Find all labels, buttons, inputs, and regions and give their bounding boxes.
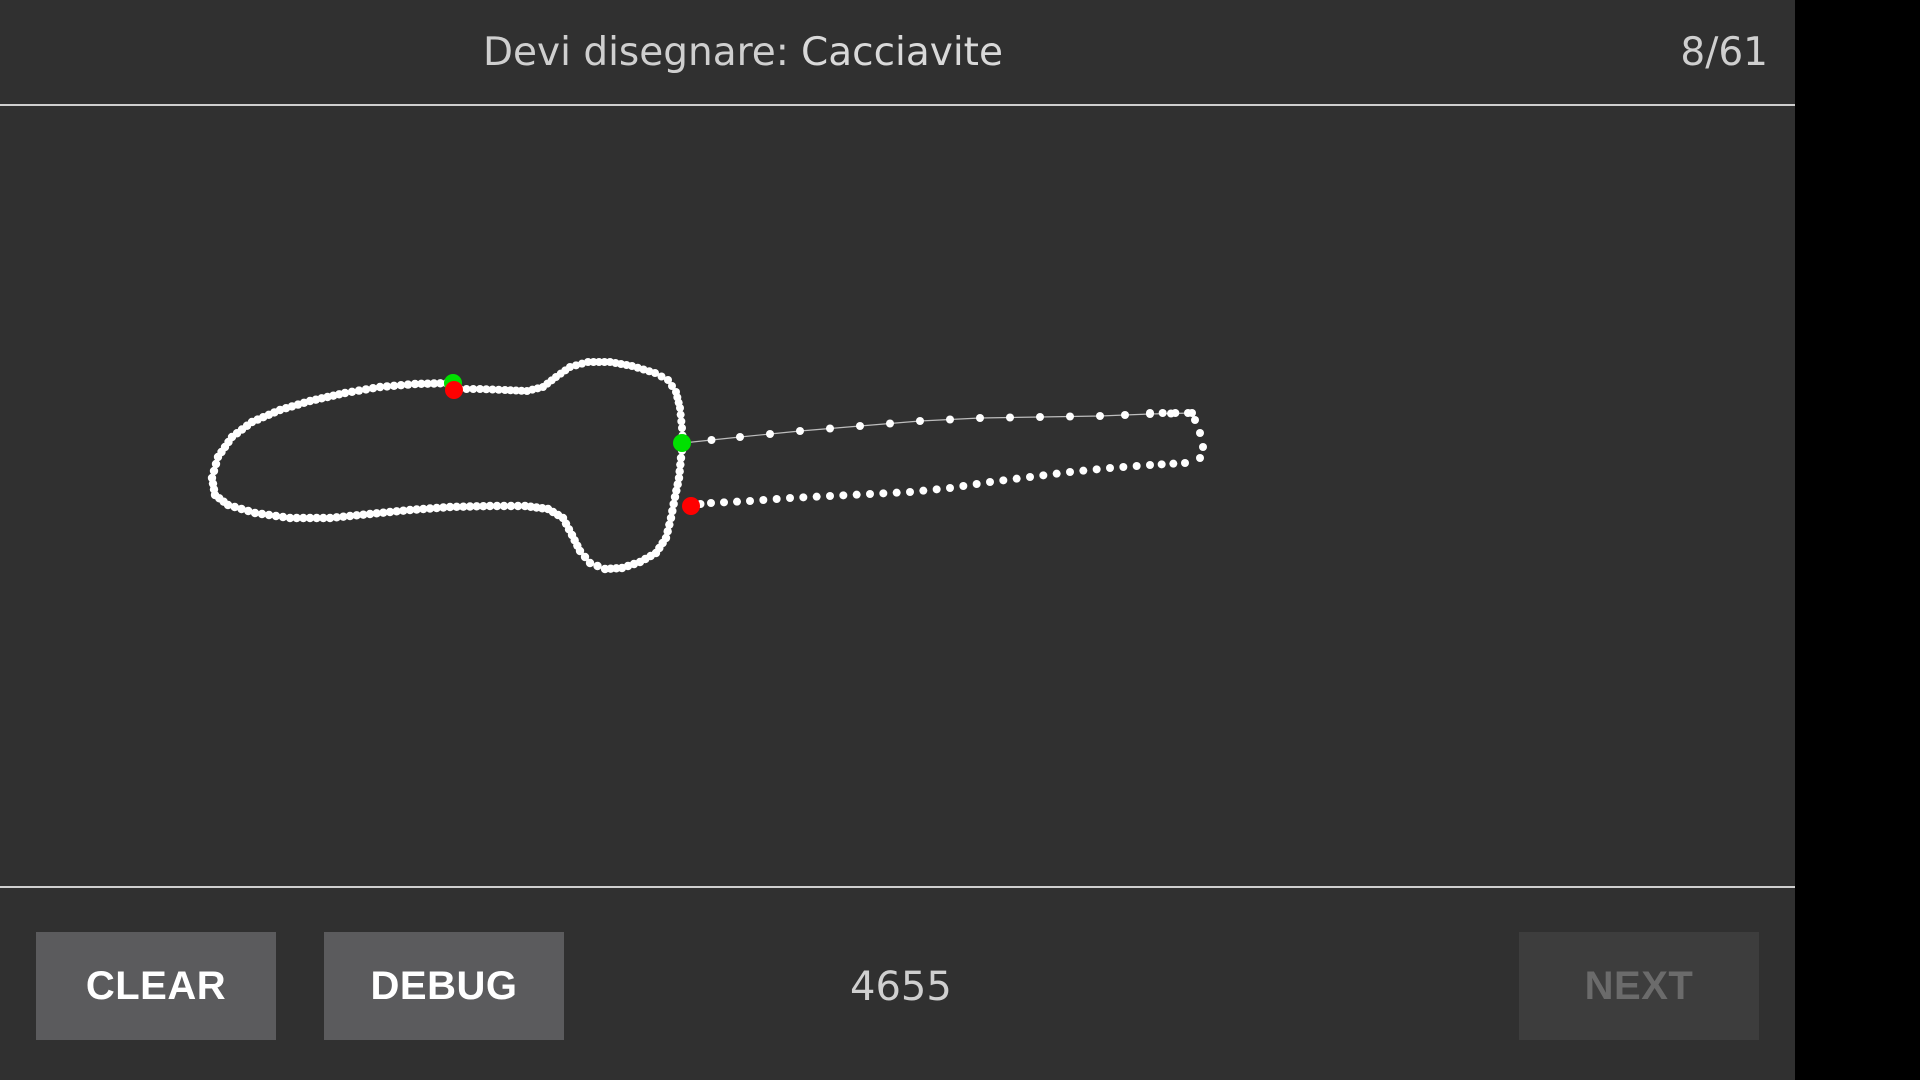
header-bar: Devi disegnare: Cacciavite 8/61 — [0, 0, 1795, 106]
stroke-point — [1096, 412, 1104, 420]
stroke-point — [1006, 413, 1014, 422]
prompt-label: Devi disegnare: — [483, 30, 789, 75]
stroke-point — [1171, 409, 1180, 417]
stroke-point — [866, 490, 874, 498]
stroke-point — [1191, 416, 1199, 424]
stroke-point — [852, 490, 861, 499]
stroke-point — [593, 561, 602, 571]
drawing-app: Devi disegnare: Cacciavite 8/61 CLEAR DE… — [0, 0, 1795, 1080]
stroke-point — [766, 430, 774, 438]
stroke-point — [1196, 429, 1204, 437]
stroke-point — [886, 419, 894, 428]
stroke-points — [207, 358, 1207, 574]
debug-button[interactable]: DEBUG — [324, 932, 564, 1040]
stroke-point — [1132, 462, 1141, 470]
stroke-point — [736, 433, 744, 441]
stroke-point — [999, 476, 1008, 485]
stroke-point — [1121, 411, 1129, 419]
stroke-point — [976, 414, 984, 422]
stroke-point — [733, 497, 741, 506]
stroke-point — [668, 506, 677, 516]
stroke-point — [826, 424, 834, 433]
stroke-point — [720, 498, 728, 507]
stroke-line — [682, 412, 1193, 444]
stroke-point — [946, 415, 954, 424]
stroke-point — [1092, 465, 1101, 474]
stroke-point — [1026, 473, 1034, 481]
stroke-point — [932, 485, 941, 494]
stroke-point — [839, 491, 848, 500]
stroke-point — [1066, 468, 1074, 476]
stroke-point — [1184, 409, 1192, 417]
stroke-point — [812, 492, 821, 501]
stroke-point — [368, 384, 378, 393]
next-button[interactable]: NEXT — [1519, 932, 1759, 1040]
stroke-point — [1146, 461, 1154, 469]
stroke-point — [959, 482, 968, 490]
stroke-point — [1052, 469, 1061, 478]
stroke-markers — [444, 374, 700, 515]
stroke-point — [1146, 409, 1154, 417]
stroke-point — [826, 492, 834, 500]
progress-counter: 8/61 — [1680, 30, 1768, 75]
stroke-point — [786, 494, 794, 502]
stroke-point — [1181, 459, 1189, 467]
stroke-point — [666, 513, 676, 523]
stroke-point — [1169, 459, 1178, 468]
stroke-point — [796, 427, 804, 435]
end-marker — [445, 381, 463, 399]
stroke-point — [892, 488, 901, 497]
stroke-point — [1199, 443, 1207, 451]
sketch-svg[interactable] — [0, 106, 1795, 887]
stroke-point — [707, 499, 715, 507]
stroke-point — [347, 387, 357, 396]
stroke-point — [906, 488, 914, 496]
stroke-point — [759, 496, 768, 504]
stroke-point — [1106, 464, 1114, 472]
stroke-point — [946, 484, 954, 492]
stroke-point — [856, 422, 864, 430]
stroke-point — [707, 436, 716, 444]
stroke-point — [1012, 474, 1021, 483]
end-marker — [682, 497, 700, 515]
stroke-point — [354, 386, 364, 395]
target-word: Cacciavite — [801, 30, 1003, 75]
stroke-point — [585, 558, 595, 568]
stroke-point — [879, 489, 888, 498]
stroke-point — [746, 497, 754, 505]
footer-bar: CLEAR DEBUG 4655 NEXT — [0, 886, 1795, 1080]
stroke-point — [669, 499, 678, 509]
stroke-point — [375, 382, 385, 392]
stroke-point — [919, 486, 928, 495]
clear-button[interactable]: CLEAR — [36, 932, 276, 1040]
stroke-point — [772, 495, 781, 503]
stroke-point — [986, 478, 994, 486]
stroke-point — [972, 480, 981, 488]
drawing-canvas[interactable] — [0, 106, 1795, 887]
stroke-point — [1036, 413, 1044, 421]
stroke-point — [361, 385, 371, 394]
stroke-point — [1079, 466, 1088, 475]
stroke-point — [1066, 412, 1074, 421]
stroke-point — [676, 453, 686, 463]
score-value: 4655 — [850, 964, 952, 1010]
stroke-point — [678, 424, 686, 432]
stroke-point — [1039, 471, 1048, 480]
stroke-point — [799, 493, 808, 502]
stroke-point — [916, 417, 924, 425]
stroke-point — [1196, 454, 1204, 462]
stroke-point — [1119, 463, 1128, 471]
start-marker — [673, 434, 691, 452]
stroke-point — [1157, 460, 1166, 469]
stroke-lines — [682, 412, 1193, 444]
system-edge — [1795, 0, 1920, 1080]
stroke-point — [1158, 409, 1167, 417]
